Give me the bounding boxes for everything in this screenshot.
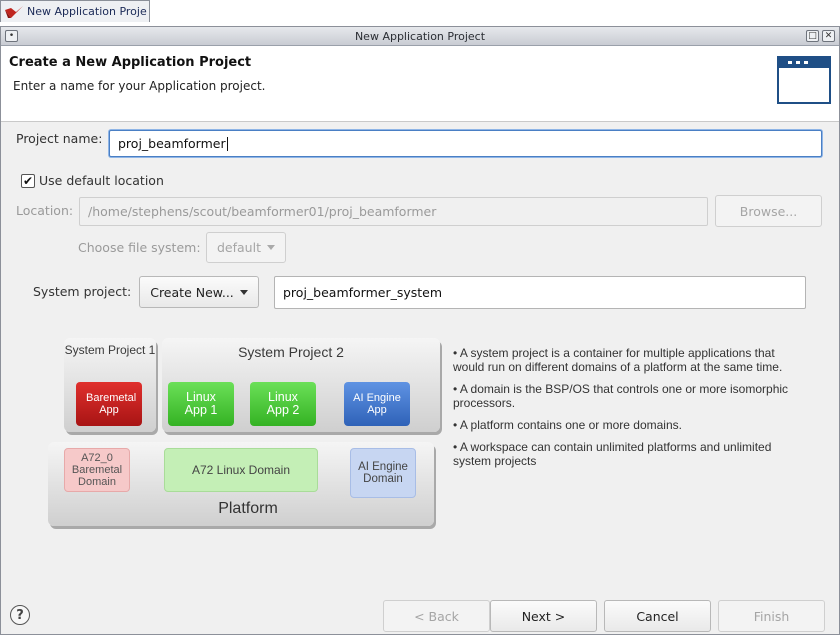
cancel-button-label: Cancel xyxy=(636,608,679,624)
help-icon[interactable]: ? xyxy=(10,605,30,625)
finish-button[interactable]: Finish xyxy=(718,600,825,632)
window-menu-button[interactable]: • xyxy=(5,30,18,42)
wizard-header: Create a New Application Project Enter a… xyxy=(1,46,839,122)
location-label: Location: xyxy=(16,203,74,218)
linux-app-2-label: Linux App 2 xyxy=(266,390,300,417)
ai-engine-domain-label: AI Engine Domain xyxy=(358,461,408,485)
location-value: /home/stephens/scout/beamformer01/proj_b… xyxy=(88,204,437,219)
file-system-label: Choose file system: xyxy=(78,240,201,255)
finish-button-label: Finish xyxy=(753,608,790,624)
bullet-domain: • A domain is the BSP/OS that controls o… xyxy=(453,382,789,410)
a72-baremetal-domain-label: A72_0 Baremetal Domain xyxy=(71,452,123,488)
system-project-name-value: proj_beamformer_system xyxy=(283,285,443,300)
help-glyph: ? xyxy=(16,607,24,623)
chevron-down-icon xyxy=(266,245,275,250)
browse-button-label: Browse... xyxy=(739,203,798,219)
ai-engine-app-label: AI Engine App xyxy=(353,392,401,416)
a72-baremetal-domain-block: A72_0 Baremetal Domain xyxy=(64,448,130,492)
system-project-mode-dropdown[interactable]: Create New... xyxy=(139,276,259,308)
next-button-label: Next > xyxy=(521,608,566,624)
bullet-platform: • A platform contains one or more domain… xyxy=(453,418,682,432)
window-titlebar[interactable]: • New Application Project □ ✕ xyxy=(1,27,839,46)
wizard-button-bar: ? < Back Next > Cancel Finish xyxy=(0,561,838,633)
bullet-workspace: • A workspace can contain unlimited plat… xyxy=(453,440,772,468)
vitis-app-icon xyxy=(5,5,23,18)
linux-app-1-label: Linux App 1 xyxy=(184,390,218,417)
a72-linux-domain-block: A72 Linux Domain xyxy=(164,448,318,492)
use-default-location-label: Use default location xyxy=(39,173,164,188)
checkmark-icon: ✔ xyxy=(21,173,35,188)
taskbar-tab-label: New Application Proje xyxy=(27,5,147,18)
platform-plate: A72_0 Baremetal Domain A72 Linux Domain … xyxy=(48,442,434,526)
linux-app-1-block: Linux App 1 xyxy=(168,382,234,426)
back-button[interactable]: < Back xyxy=(383,600,490,632)
baremetal-app-block: Baremetal App xyxy=(76,382,142,426)
project-name-value: proj_beamformer xyxy=(118,136,226,151)
ai-engine-domain-block: AI Engine Domain xyxy=(350,448,416,498)
system-project-2-label: System Project 2 xyxy=(238,344,344,360)
system-project-name-input[interactable]: proj_beamformer_system xyxy=(274,276,806,309)
explanation-list: • A system project is a container for mu… xyxy=(453,346,793,476)
taskbar-window-tab[interactable]: New Application Proje xyxy=(0,0,150,22)
system-project-mode-value: Create New... xyxy=(150,284,234,300)
close-button[interactable]: ✕ xyxy=(822,30,835,42)
bullet-system-project: • A system project is a container for mu… xyxy=(453,346,783,374)
platform-label: Platform xyxy=(218,500,278,517)
system-project-2-plate: System Project 2 Linux App 1 Linux App 2… xyxy=(162,338,440,432)
wizard-banner-icon xyxy=(777,56,831,104)
chevron-down-icon xyxy=(239,289,248,295)
next-button[interactable]: Next > xyxy=(490,600,597,632)
browse-button[interactable]: Browse... xyxy=(715,195,822,227)
system-project-diagram: System Project 1 Baremetal App System Pr… xyxy=(42,310,442,526)
wizard-description: Enter a name for your Application projec… xyxy=(13,79,266,93)
cancel-button[interactable]: Cancel xyxy=(604,600,711,632)
system-project-1-label: System Project 1 xyxy=(64,343,156,357)
wizard-title: Create a New Application Project xyxy=(9,55,252,70)
file-system-value: default xyxy=(217,240,261,255)
window-title: New Application Project xyxy=(354,29,486,43)
baremetal-app-label: Baremetal App xyxy=(86,392,137,416)
back-button-label: < Back xyxy=(414,608,459,624)
project-name-input[interactable]: proj_beamformer xyxy=(109,130,822,157)
use-default-location-checkbox[interactable]: ✔ Use default location xyxy=(21,173,164,188)
linux-app-2-block: Linux App 2 xyxy=(250,382,316,426)
system-project-label: System project: xyxy=(33,284,132,299)
maximize-button[interactable]: □ xyxy=(806,30,819,42)
project-name-label: Project name: xyxy=(16,131,103,146)
location-input[interactable]: /home/stephens/scout/beamformer01/proj_b… xyxy=(79,197,708,226)
file-system-dropdown[interactable]: default xyxy=(206,232,286,263)
a72-linux-domain-label: A72 Linux Domain xyxy=(191,463,291,477)
ai-engine-app-block: AI Engine App xyxy=(344,382,410,426)
system-project-1-plate: System Project 1 Baremetal App xyxy=(64,338,156,432)
